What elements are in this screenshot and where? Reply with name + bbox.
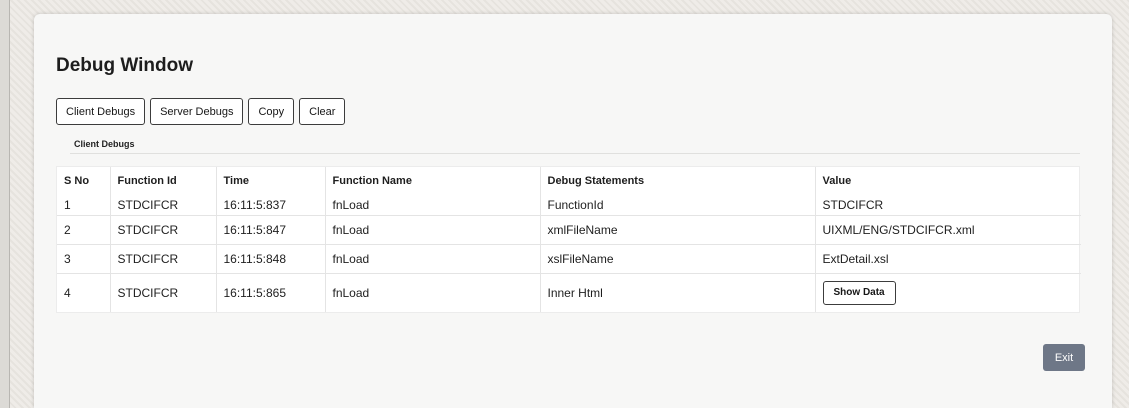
client-debugs-button[interactable]: Client Debugs [56, 98, 146, 125]
cell-debug-statement: FunctionId [540, 195, 816, 215]
debug-table-container: S No Function Id Time Function Name Debu… [56, 166, 1081, 313]
cell-sno: 1 [57, 195, 111, 215]
table-row: 1 STDCIFCR 16:11:5:837 fnLoad FunctionId… [57, 195, 1081, 215]
header-function-name: Function Name [325, 167, 541, 195]
window-title: Debug Window [56, 55, 194, 76]
table-row: 2 STDCIFCR 16:11:5:847 fnLoad xmlFileNam… [57, 214, 1081, 244]
cell-function-id: STDCIFCR [110, 272, 217, 312]
table-row: 4 STDCIFCR 16:11:5:865 fnLoad Inner Html… [57, 272, 1081, 312]
header-value: Value [822, 175, 852, 187]
cell-sno: 2 [57, 214, 111, 244]
cell-function-name: fnLoad [325, 195, 541, 215]
cell-function-name: fnLoad [325, 214, 541, 244]
cell-sno: 3 [57, 243, 111, 273]
cell-debug-statement: xmlFileName [540, 214, 816, 244]
section-label: Client Debugs [74, 139, 135, 149]
debug-toolbar: Client Debugs Server Debugs Copy Clear [56, 98, 346, 125]
cell-value: ExtDetail.xsl [815, 243, 1081, 273]
cell-function-id: STDCIFCR [110, 214, 217, 244]
cell-function-name: fnLoad [325, 243, 541, 273]
cell-time: 16:11:5:865 [216, 272, 326, 312]
header-debug-statements: Debug Statements [540, 167, 816, 195]
left-edge-bar [0, 0, 10, 408]
header-time: Time [216, 167, 326, 195]
table-row: 3 STDCIFCR 16:11:5:848 fnLoad xslFileNam… [57, 243, 1081, 273]
show-data-button[interactable]: Show Data [822, 280, 896, 305]
header-function-id: Function Id [110, 167, 217, 195]
cell-function-name: fnLoad [325, 272, 541, 312]
debug-window-dialog: Debug Window Client Debugs Server Debugs… [34, 14, 1112, 408]
cell-function-id: STDCIFCR [110, 195, 217, 215]
server-debugs-button[interactable]: Server Debugs [150, 98, 244, 125]
cell-value: STDCIFCR [822, 197, 884, 212]
debug-table: S No Function Id Time Function Name Debu… [57, 167, 1081, 312]
cell-debug-statement: Inner Html [540, 272, 816, 312]
clear-button[interactable]: Clear [299, 98, 346, 125]
cell-time: 16:11:5:847 [216, 214, 326, 244]
cell-time: 16:11:5:837 [216, 195, 326, 215]
table-header-row: S No Function Id Time Function Name Debu… [57, 167, 1081, 195]
header-sno: S No [57, 167, 111, 195]
section-divider [70, 153, 1080, 154]
cell-debug-statement: xslFileName [540, 243, 816, 273]
cell-sno: 4 [57, 272, 111, 312]
cell-time: 16:11:5:848 [216, 243, 326, 273]
cell-function-id: STDCIFCR [110, 243, 217, 273]
cell-value: UIXML/ENG/STDCIFCR.xml [815, 214, 1081, 244]
copy-button[interactable]: Copy [248, 98, 295, 125]
cell-value: Show Data [815, 272, 1081, 312]
exit-button[interactable]: Exit [1043, 344, 1085, 371]
